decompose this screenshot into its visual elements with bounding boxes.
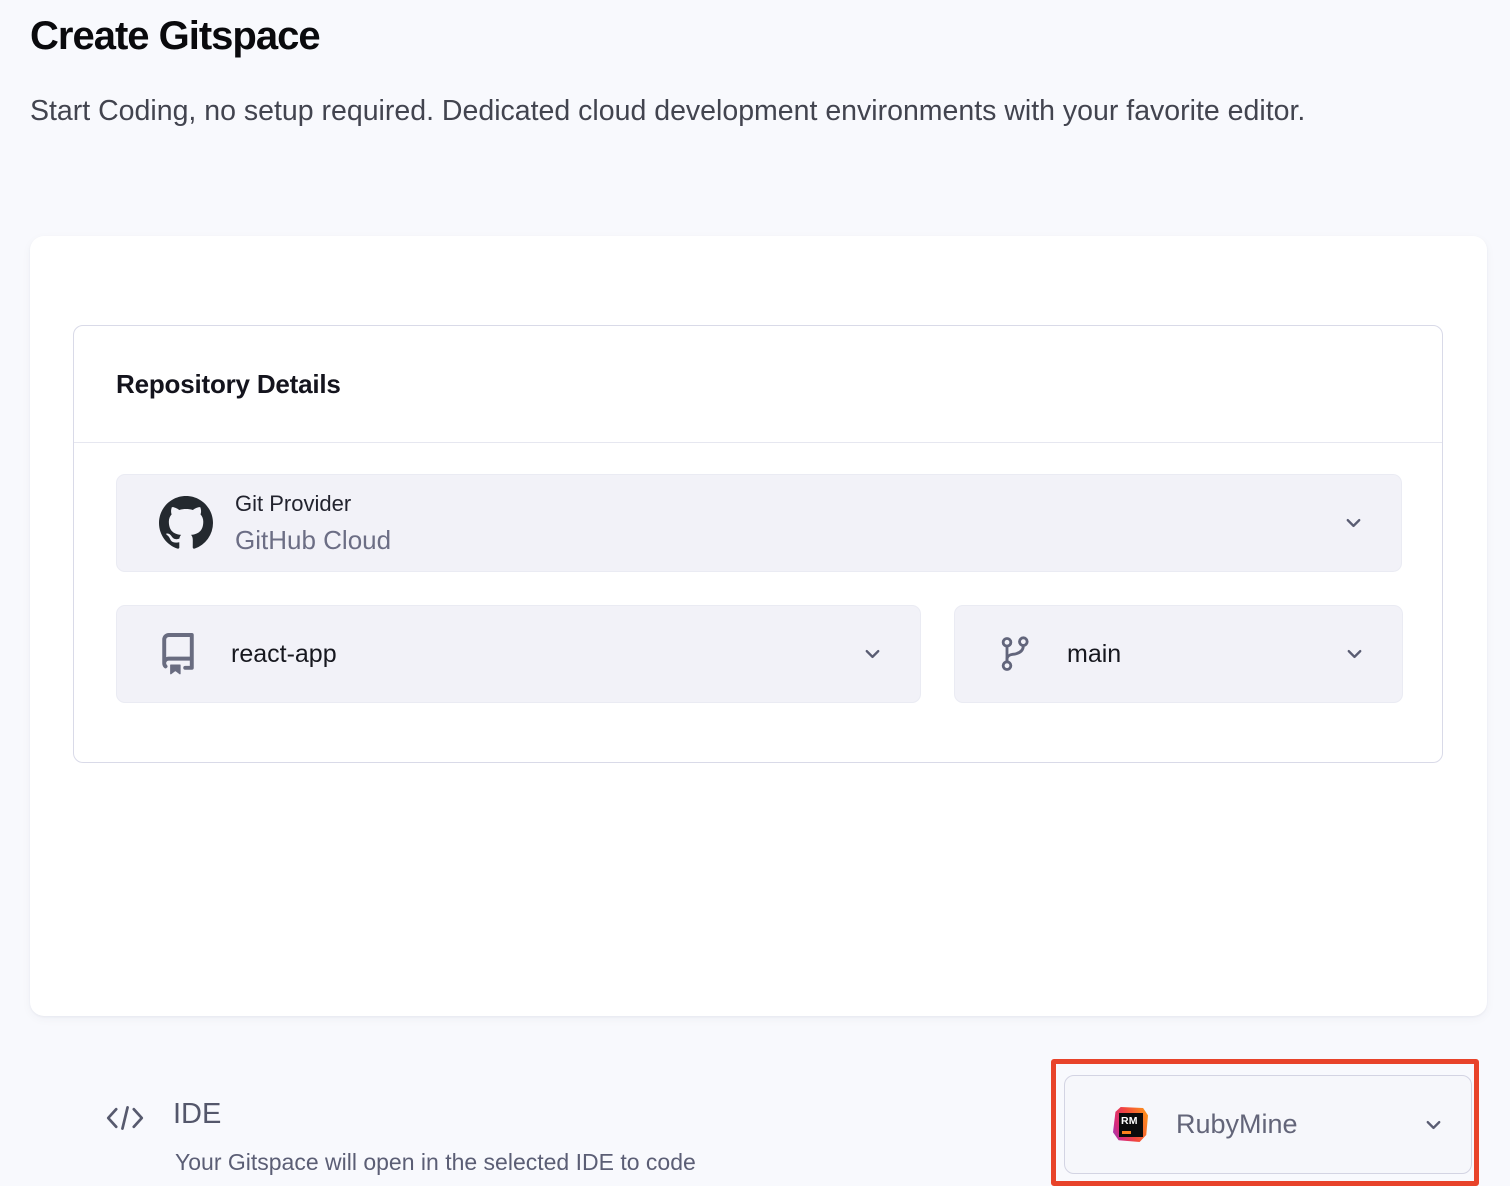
- rubymine-monogram: RM: [1121, 1115, 1138, 1127]
- page-title: Create Gitspace: [30, 14, 320, 59]
- ide-description: Your Gitspace will open in the selected …: [175, 1149, 696, 1176]
- git-provider-select[interactable]: Git Provider GitHub Cloud: [116, 474, 1402, 572]
- content-card: Repository Details Git Provider GitHub C…: [30, 236, 1487, 1016]
- repo-book-icon: [157, 633, 199, 675]
- repository-value: react-app: [231, 640, 337, 669]
- repository-details-header: Repository Details: [74, 326, 1442, 443]
- chevron-down-icon: [1343, 643, 1366, 666]
- chevron-down-icon: [1342, 512, 1365, 535]
- ide-label: IDE: [173, 1098, 221, 1131]
- chevron-down-icon: [861, 643, 884, 666]
- ide-value: RubyMine: [1176, 1109, 1298, 1140]
- github-icon: [159, 496, 213, 550]
- repository-details-card: Repository Details Git Provider GitHub C…: [73, 325, 1443, 763]
- rubymine-logo-dash: [1122, 1131, 1131, 1134]
- branch-select[interactable]: main: [954, 605, 1403, 703]
- git-provider-label: Git Provider: [235, 491, 391, 517]
- git-branch-icon: [995, 634, 1035, 674]
- code-icon: [104, 1102, 146, 1134]
- ide-select[interactable]: RM RubyMine: [1064, 1075, 1472, 1174]
- git-provider-texts: Git Provider GitHub Cloud: [235, 491, 391, 556]
- rubymine-icon: RM: [1113, 1107, 1148, 1142]
- git-provider-value: GitHub Cloud: [235, 525, 391, 556]
- repository-select[interactable]: react-app: [116, 605, 921, 703]
- rubymine-logo-square: RM: [1119, 1113, 1143, 1137]
- branch-value: main: [1067, 640, 1121, 669]
- chevron-down-icon: [1422, 1113, 1445, 1136]
- page-subtitle: Start Coding, no setup required. Dedicat…: [30, 90, 1492, 133]
- repository-details-heading: Repository Details: [116, 369, 341, 400]
